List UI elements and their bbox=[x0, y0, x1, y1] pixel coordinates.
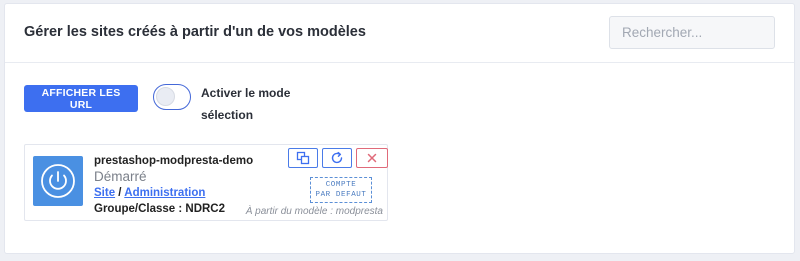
default-stamp-line2: PAR DEFAUT bbox=[315, 191, 367, 199]
administration-link[interactable]: Administration bbox=[124, 187, 205, 199]
site-card: prestashop-modpresta-demo Démarré Site /… bbox=[24, 144, 388, 221]
site-links: Site / Administration bbox=[94, 187, 205, 199]
link-separator: / bbox=[115, 187, 125, 199]
site-status: Démarré bbox=[94, 169, 147, 184]
power-icon bbox=[41, 164, 75, 198]
site-group: Groupe/Classe : NDRC2 bbox=[94, 203, 226, 215]
selection-mode-toggle[interactable] bbox=[153, 84, 191, 110]
refresh-icon bbox=[331, 151, 343, 164]
duplicate-button[interactable] bbox=[288, 148, 318, 168]
selection-mode-label: Activer le mode sélection bbox=[201, 82, 301, 126]
show-urls-button[interactable]: AFFICHER LES URL bbox=[24, 85, 138, 112]
delete-button[interactable] bbox=[356, 148, 388, 168]
search-input[interactable] bbox=[609, 16, 775, 49]
panel-header: Gérer les sites créés à partir d'un de v… bbox=[5, 4, 794, 63]
site-link[interactable]: Site bbox=[94, 187, 115, 199]
close-icon bbox=[367, 153, 377, 163]
status-tile bbox=[33, 156, 83, 206]
toggle-knob bbox=[156, 87, 175, 106]
sites-panel: Gérer les sites créés à partir d'un de v… bbox=[4, 3, 795, 254]
template-note: À partir du modèle : modpresta bbox=[245, 206, 383, 217]
site-name: prestashop-modpresta-demo bbox=[94, 155, 254, 167]
selection-mode-label-line2: sélection bbox=[201, 108, 254, 122]
default-stamp-line1: COMPTE bbox=[325, 181, 357, 189]
duplicate-icon bbox=[296, 151, 310, 165]
page-title: Gérer les sites créés à partir d'un de v… bbox=[24, 24, 366, 40]
default-account-stamp: COMPTE PAR DEFAUT bbox=[310, 177, 372, 203]
refresh-button[interactable] bbox=[322, 148, 352, 168]
selection-mode-label-line1: Activer le mode bbox=[201, 86, 291, 100]
